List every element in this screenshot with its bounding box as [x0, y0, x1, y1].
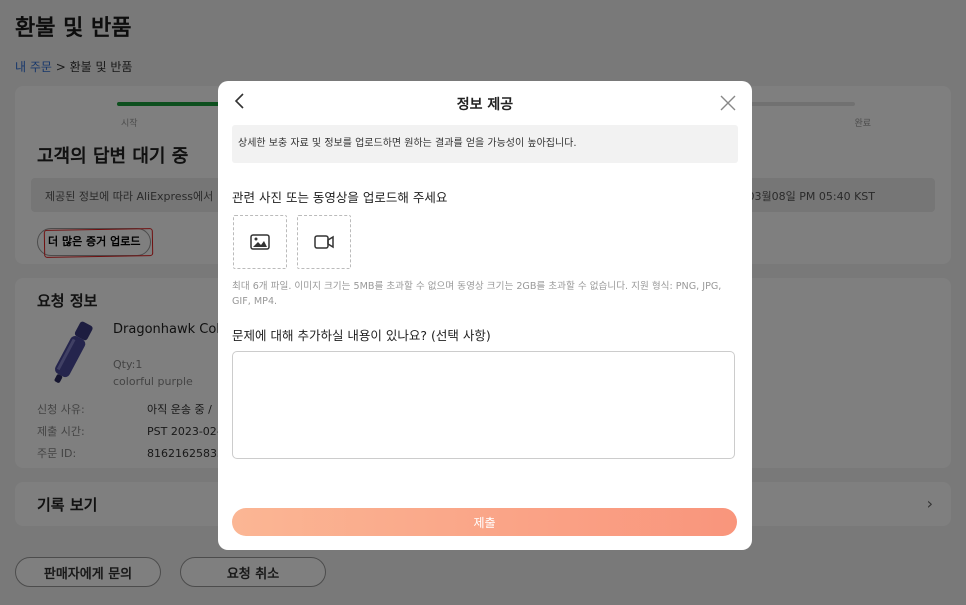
- details-textarea[interactable]: [232, 351, 735, 459]
- notice-banner: 상세한 보충 자료 및 정보를 업로드하면 원하는 결과를 얻을 가능성이 높아…: [232, 125, 738, 163]
- video-icon: [314, 235, 334, 249]
- provide-info-modal: 정보 제공 상세한 보충 자료 및 정보를 업로드하면 원하는 결과를 얻을 가…: [218, 81, 752, 550]
- upload-video-tile[interactable]: [297, 215, 351, 269]
- image-icon: [250, 234, 270, 250]
- upload-label: 관련 사진 또는 동영상을 업로드해 주세요: [232, 190, 448, 205]
- details-label: 문제에 대해 추가하실 내용이 있나요? (선택 사항): [232, 328, 491, 343]
- modal-title: 정보 제공: [456, 97, 514, 113]
- close-icon[interactable]: [718, 93, 738, 113]
- upload-image-tile[interactable]: [233, 215, 287, 269]
- upload-hint-text: 최대 6개 파일. 이미지 크기는 5MB를 초과할 수 없으며 동영상 크기는…: [232, 281, 722, 307]
- submit-button[interactable]: 제출: [232, 508, 737, 536]
